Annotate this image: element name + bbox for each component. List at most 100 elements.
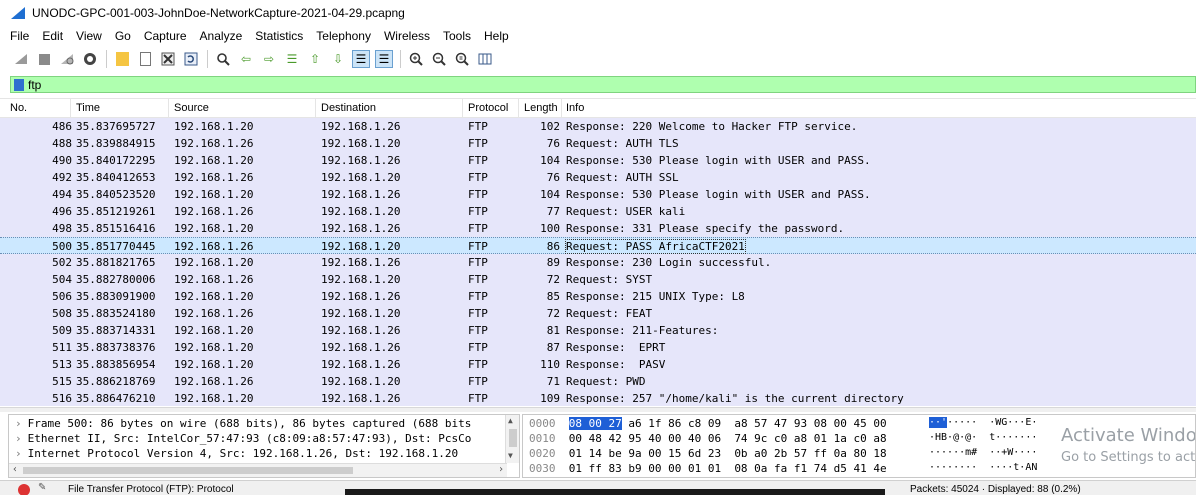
- packet-row[interactable]: 490 35.840172295 192.168.1.20 192.168.1.26 F…: [0, 152, 1196, 169]
- column-destination[interactable]: Destination: [321, 102, 376, 114]
- zoom-in-icon[interactable]: [407, 50, 425, 68]
- menu-wireless[interactable]: Wireless: [384, 29, 430, 43]
- zoom-reset-icon[interactable]: [453, 50, 471, 68]
- packet-row[interactable]: 515 35.886218769 192.168.1.26 192.168.1.20 F…: [0, 373, 1196, 390]
- zoom-out-icon[interactable]: [430, 50, 448, 68]
- edit-comment-icon[interactable]: ✎: [38, 482, 46, 493]
- column-no[interactable]: No.: [10, 102, 27, 114]
- cell-source: 192.168.1.26: [174, 171, 254, 184]
- back-icon[interactable]: ⇦: [237, 50, 255, 68]
- cell-protocol: FTP: [468, 290, 488, 303]
- cell-info: Response: PASV: [566, 358, 666, 371]
- hex-row[interactable]: 0010 00 48 42 95 40 00 40 06 74 9c c0 a8…: [529, 432, 887, 445]
- cell-source: 192.168.1.20: [174, 154, 254, 167]
- close-file-icon[interactable]: [159, 50, 177, 68]
- menu-edit[interactable]: Edit: [42, 29, 63, 43]
- menu-telephony[interactable]: Telephony: [316, 29, 371, 43]
- packet-row[interactable]: 511 35.883738376 192.168.1.20 192.168.1.26 F…: [0, 339, 1196, 356]
- packet-row[interactable]: 488 35.839884915 192.168.1.26 192.168.1.20 F…: [0, 135, 1196, 152]
- forward-icon[interactable]: ⇨: [260, 50, 278, 68]
- open-folder-icon[interactable]: [113, 50, 131, 68]
- goto-icon[interactable]: ☰: [283, 50, 301, 68]
- menu-tools[interactable]: Tools: [443, 29, 471, 43]
- colorize-icon[interactable]: ☰: [375, 50, 393, 68]
- cell-time: 35.886476210: [76, 392, 156, 405]
- menu-capture[interactable]: Capture: [144, 29, 187, 43]
- cell-length: 76: [546, 171, 560, 184]
- file-icon[interactable]: [136, 50, 154, 68]
- cell-protocol: FTP: [468, 358, 488, 371]
- column-time[interactable]: Time: [76, 102, 100, 114]
- status-text: File Transfer Protocol (FTP): Protocol: [68, 484, 234, 495]
- packet-row[interactable]: 494 35.840523520 192.168.1.20 192.168.1.26 F…: [0, 186, 1196, 203]
- packet-row[interactable]: 498 35.851516416 192.168.1.20 192.168.1.26 F…: [0, 220, 1196, 237]
- packet-row[interactable]: 502 35.881821765 192.168.1.20 192.168.1.26 F…: [0, 254, 1196, 271]
- packet-row[interactable]: 486 35.837695727 192.168.1.20 192.168.1.26 F…: [0, 118, 1196, 135]
- pane-splitter[interactable]: [0, 407, 1196, 412]
- hex-row[interactable]: 0000 08 00 27 a6 1f 86 c8 09 a8 57 47 93…: [529, 417, 887, 430]
- stop-icon[interactable]: [35, 50, 53, 68]
- menu-go[interactable]: Go: [115, 29, 131, 43]
- hex-row[interactable]: 0030 01 ff 83 b9 00 00 01 01 08 0a fa f1…: [529, 462, 887, 475]
- packet-row[interactable]: 506 35.883091900 192.168.1.20 192.168.1.26 F…: [0, 288, 1196, 305]
- window-title: UNODC-GPC-001-003-JohnDoe-NetworkCapture…: [32, 6, 405, 20]
- display-filter-bar[interactable]: ftp: [10, 76, 1196, 93]
- column-info[interactable]: Info: [566, 102, 584, 114]
- expert-info-icon[interactable]: [18, 484, 30, 495]
- cell-info: Response: 257 "/home/kali" is the curren…: [566, 392, 904, 405]
- cell-source: 192.168.1.26: [174, 240, 254, 253]
- shark-start-icon[interactable]: [12, 50, 30, 68]
- scroll-thumb[interactable]: [509, 429, 517, 447]
- first-icon[interactable]: ⇧: [306, 50, 324, 68]
- packet-row[interactable]: 516 35.886476210 192.168.1.20 192.168.1.26 F…: [0, 390, 1196, 406]
- resize-columns-icon[interactable]: [476, 50, 494, 68]
- cell-protocol: FTP: [468, 205, 488, 218]
- packet-row[interactable]: 508 35.883524180 192.168.1.26 192.168.1.20 F…: [0, 305, 1196, 322]
- details-vertical-scrollbar[interactable]: ▲ ▼: [505, 415, 519, 463]
- detail-row-ipv4[interactable]: › Internet Protocol Version 4, Src: 192.1…: [15, 447, 458, 460]
- display-filter-input[interactable]: ftp: [28, 78, 41, 92]
- cell-time: 35.837695727: [76, 120, 156, 133]
- expand-arrow-icon[interactable]: ›: [15, 417, 22, 430]
- details-horizontal-scrollbar[interactable]: ‹ ›: [9, 463, 507, 477]
- detail-row-frame[interactable]: › Frame 500: 86 bytes on wire (688 bits),…: [15, 417, 471, 430]
- packet-row[interactable]: 492 35.840412653 192.168.1.26 192.168.1.20 F…: [0, 169, 1196, 186]
- cell-no: 509: [52, 324, 72, 337]
- packet-row[interactable]: 513 35.883856954 192.168.1.20 192.168.1.26 F…: [0, 356, 1196, 373]
- options-icon[interactable]: [81, 50, 99, 68]
- cell-info: Response: 331 Please specify the passwor…: [566, 222, 845, 235]
- scroll-up-icon[interactable]: ▲: [508, 416, 513, 425]
- column-protocol[interactable]: Protocol: [468, 102, 508, 114]
- scroll-down-icon[interactable]: ▼: [508, 451, 513, 460]
- menu-help[interactable]: Help: [484, 29, 509, 43]
- menu-statistics[interactable]: Statistics: [255, 29, 303, 43]
- scroll-right-icon[interactable]: ›: [498, 464, 504, 475]
- column-source[interactable]: Source: [174, 102, 209, 114]
- packet-row[interactable]: 504 35.882780006 192.168.1.26 192.168.1.20 F…: [0, 271, 1196, 288]
- packet-row-selected[interactable]: 500 35.851770445 192.168.1.26 192.168.1.20 F…: [0, 237, 1196, 254]
- column-divider: [518, 99, 519, 117]
- autoscroll-icon[interactable]: ☰: [352, 50, 370, 68]
- detail-text: Internet Protocol Version 4, Src: 192.16…: [27, 447, 459, 460]
- scroll-left-icon[interactable]: ‹: [12, 464, 18, 475]
- find-icon[interactable]: [214, 50, 232, 68]
- menu-analyze[interactable]: Analyze: [200, 29, 243, 43]
- scroll-thumb[interactable]: [23, 467, 353, 474]
- menu-file[interactable]: File: [10, 29, 29, 43]
- restart-icon[interactable]: [58, 50, 76, 68]
- cell-destination: 192.168.1.20: [321, 240, 401, 253]
- reload-icon[interactable]: [182, 50, 200, 68]
- menu-view[interactable]: View: [76, 29, 102, 43]
- cell-protocol: FTP: [468, 120, 488, 133]
- cell-info: Response: 211-Features:: [566, 324, 719, 337]
- detail-row-ethernet[interactable]: › Ethernet II, Src: IntelCor_57:47:93 (c8…: [15, 432, 471, 445]
- hex-row[interactable]: 0020 01 14 be 9a 00 15 6d 23 0b a0 2b 57…: [529, 447, 887, 460]
- packet-row[interactable]: 496 35.851219261 192.168.1.26 192.168.1.20 F…: [0, 203, 1196, 220]
- bookmark-icon[interactable]: [14, 78, 24, 91]
- expand-arrow-icon[interactable]: ›: [15, 432, 22, 445]
- column-length[interactable]: Length: [524, 102, 558, 114]
- cell-source: 192.168.1.20: [174, 120, 254, 133]
- expand-arrow-icon[interactable]: ›: [15, 447, 22, 460]
- packet-row[interactable]: 509 35.883714331 192.168.1.20 192.168.1.26 F…: [0, 322, 1196, 339]
- last-icon[interactable]: ⇩: [329, 50, 347, 68]
